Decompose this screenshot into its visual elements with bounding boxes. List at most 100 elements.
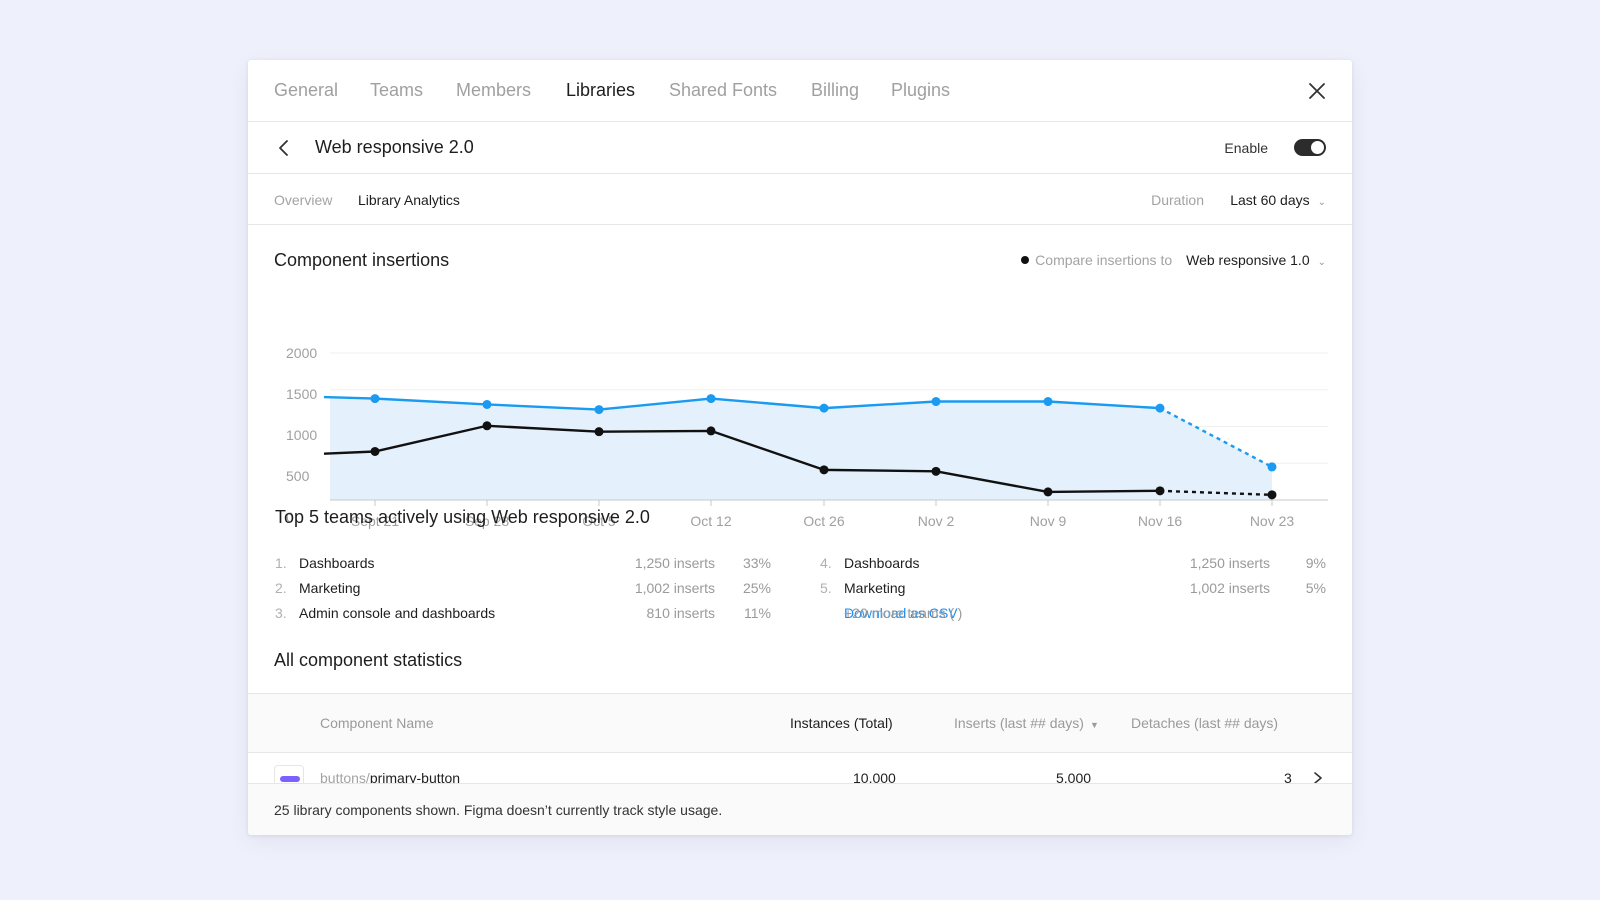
statistics-table-header: Component Name Instances (Total) Inserts… <box>248 693 1352 753</box>
primary-series-point <box>370 394 380 404</box>
team-rank: 4. <box>820 555 832 571</box>
x-tick-label: Oct 26 <box>803 513 844 529</box>
more-teams-suffix: ) <box>957 605 963 621</box>
primary-series-point <box>1267 462 1277 472</box>
tab-billing[interactable]: Billing <box>811 80 859 101</box>
x-tick-label: Nov 23 <box>1250 513 1295 529</box>
team-percent: 25% <box>742 580 771 596</box>
duration-dropdown[interactable]: Last 60 days ⌄ <box>1230 192 1326 208</box>
x-tick-label: Nov 2 <box>918 513 955 529</box>
top-teams-right: 4. Dashboards 1,250 inserts 9% 5. Market… <box>820 555 1326 630</box>
compare-series-point <box>1267 490 1277 500</box>
team-percent: 11% <box>744 605 771 621</box>
compare-series-point <box>706 426 716 436</box>
component-folder: buttons/ <box>320 770 370 783</box>
y-tick-label: 500 <box>286 468 310 484</box>
x-tick-label: Nov 9 <box>1030 513 1067 529</box>
primary-series-point <box>1043 397 1053 407</box>
primary-series-point <box>819 403 829 413</box>
compare-series-point <box>1155 486 1165 496</box>
primary-series-point <box>482 399 492 409</box>
compare-value: Web responsive 1.0 <box>1186 252 1310 268</box>
duration-label: Duration <box>1151 192 1204 208</box>
compare-series-point <box>370 446 380 456</box>
button-preview-icon <box>280 776 300 782</box>
component-thumbnail <box>274 765 304 783</box>
team-row: 3. Admin console and dashboards 810 inse… <box>275 605 771 630</box>
tab-shared-fonts[interactable]: Shared Fonts <box>669 80 777 101</box>
column-inserts-label: Inserts (last ## days) <box>954 715 1084 731</box>
compare-series-point <box>594 427 604 437</box>
footer-note: 25 library components shown. Figma doesn… <box>248 783 1352 835</box>
chevron-down-icon: ⌄ <box>1317 257 1326 268</box>
primary-series-point <box>1155 403 1165 413</box>
insertions-chart: 2000150010005000 Sept 21 Sep 28 Oct 5 Oct 12… <box>286 345 1328 529</box>
instances-value: 10,000 <box>853 770 896 783</box>
tab-members[interactable]: Members <box>456 80 531 101</box>
duration-value: Last 60 days <box>1230 192 1310 208</box>
column-inserts[interactable]: Inserts (last ## days) ▼ <box>954 715 1099 731</box>
toggle-knob <box>1311 141 1324 154</box>
team-inserts: 1,250 inserts <box>634 555 715 571</box>
more-teams: +20 more teams (Download as CSV) <box>820 605 1326 630</box>
compare-series-point <box>482 421 492 431</box>
compare-label: Compare insertions to <box>1035 252 1173 268</box>
library-header: Web responsive 2.0 Enable <box>248 122 1352 174</box>
team-row: 1. Dashboards 1,250 inserts 33% <box>275 555 771 580</box>
column-component-name[interactable]: Component Name <box>320 715 434 731</box>
y-tick-label: 1000 <box>286 427 317 443</box>
component-name: buttons/primary-button <box>320 770 460 783</box>
primary-series-point <box>931 397 941 407</box>
team-inserts: 810 inserts <box>646 605 715 621</box>
team-row: 4. Dashboards 1,250 inserts 9% <box>820 555 1326 580</box>
inserts-value: 5,000 <box>1056 770 1092 783</box>
column-detaches[interactable]: Detaches (last ## days) <box>1131 715 1278 731</box>
y-tick-label: 1500 <box>286 386 317 402</box>
compare-dropdown[interactable]: Web responsive 1.0 ⌄ <box>1186 252 1326 268</box>
library-subnav: Overview Library Analytics Duration Last… <box>248 174 1352 225</box>
component-statistics-title: All component statistics <box>274 650 463 670</box>
chevron-down-icon: ⌄ <box>1317 197 1326 208</box>
tab-teams[interactable]: Teams <box>370 80 423 101</box>
team-settings-modal: General Teams Members Libraries Shared F… <box>248 60 1352 835</box>
tab-general[interactable]: General <box>274 80 338 101</box>
team-inserts: 1,002 inserts <box>634 580 715 596</box>
compare-control: Compare insertions to Web responsive 1.0 ⌄ <box>1021 252 1326 268</box>
detaches-value: 3 <box>1284 770 1292 783</box>
subtab-library-analytics[interactable]: Library Analytics <box>358 192 460 208</box>
table-row[interactable]: buttons/primary-button 10,000 5,000 3 <box>248 753 1352 783</box>
back-arrow-icon[interactable] <box>274 137 294 159</box>
team-name: Marketing <box>299 580 361 596</box>
team-name: Dashboards <box>299 555 375 571</box>
subtab-overview[interactable]: Overview <box>274 192 332 208</box>
component-insertions-title: Component insertions <box>274 250 450 270</box>
tab-libraries[interactable]: Libraries <box>566 80 635 101</box>
team-percent: 33% <box>742 555 771 571</box>
column-instances-total[interactable]: Instances (Total) <box>790 715 893 731</box>
compare-series-point <box>1043 487 1053 497</box>
compare-series-point <box>819 465 829 475</box>
component-name-text: primary-button <box>369 770 461 783</box>
team-name: Dashboards <box>844 555 920 571</box>
close-icon[interactable] <box>1306 80 1328 102</box>
primary-series-point <box>594 405 604 415</box>
team-rank: 5. <box>820 580 832 596</box>
chevron-right-icon[interactable] <box>1312 771 1324 783</box>
team-row: 2. Marketing 1,002 inserts 25% <box>275 580 771 605</box>
compare-series-point <box>931 466 941 476</box>
team-percent: 5% <box>1305 580 1326 596</box>
team-name: Admin console and dashboards <box>299 605 496 621</box>
team-inserts: 1,250 inserts <box>1189 555 1270 571</box>
caret-down-icon: ▼ <box>1089 720 1099 730</box>
tab-plugins[interactable]: Plugins <box>891 80 950 101</box>
settings-tabs: General Teams Members Libraries Shared F… <box>248 60 1352 122</box>
team-rank: 3. <box>275 605 287 621</box>
enable-toggle[interactable] <box>1294 139 1326 156</box>
x-tick-label: Oct 12 <box>690 513 731 529</box>
team-percent: 9% <box>1305 555 1326 571</box>
team-rank: 2. <box>275 580 287 596</box>
enable-label: Enable <box>1224 140 1268 156</box>
primary-series-point <box>706 394 716 404</box>
x-tick-label: Nov 16 <box>1138 513 1183 529</box>
library-title: Web responsive 2.0 <box>315 137 474 157</box>
